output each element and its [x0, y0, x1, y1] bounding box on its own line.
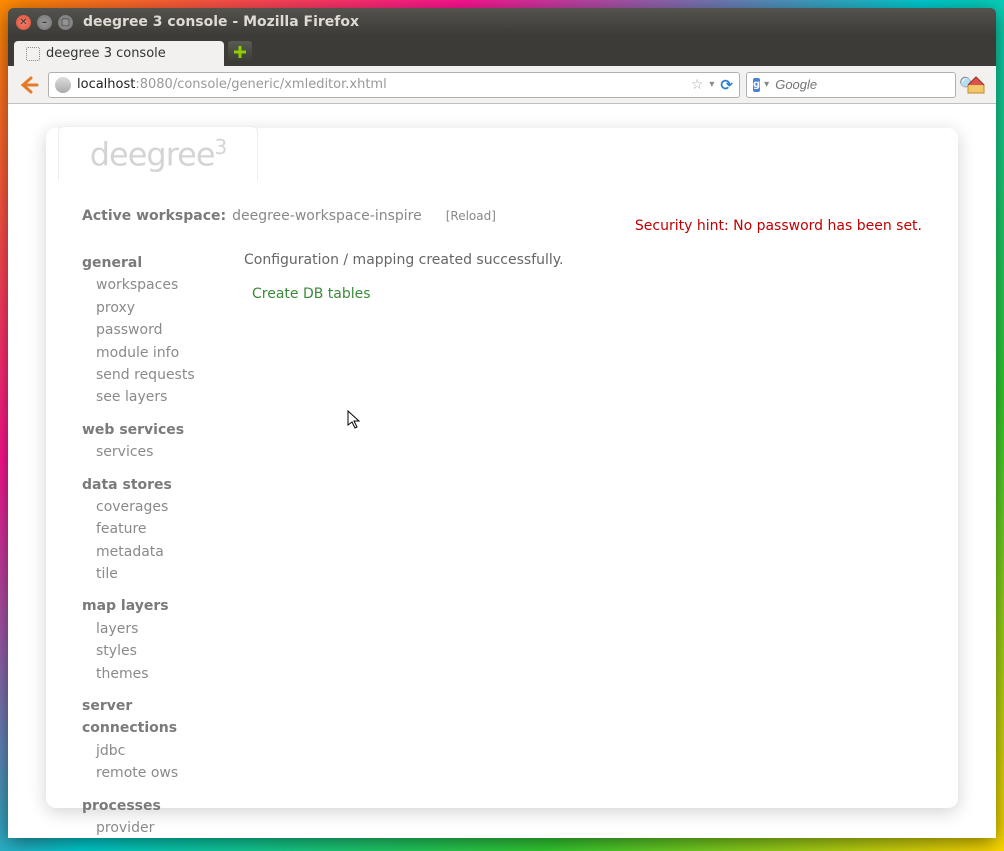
sidebar-item-layers[interactable]: layers [96, 618, 224, 640]
workspace-name: deegree-workspace-inspire [232, 208, 422, 224]
sidebar-group-processes: processes [82, 795, 224, 817]
home-button[interactable] [962, 71, 990, 99]
browser-viewport: deegree3 Active workspace: deegree-works… [8, 104, 996, 838]
sidebar-item-themes[interactable]: themes [96, 663, 224, 685]
workspace-label: Active workspace: [82, 208, 226, 224]
browser-tab[interactable]: deegree 3 console [14, 41, 224, 66]
sidebar-item-metadata[interactable]: metadata [96, 541, 224, 563]
window-titlebar: ✕ – ▢ deegree 3 console - Mozilla Firefo… [8, 8, 996, 36]
bookmark-star-icon[interactable]: ☆ [691, 77, 704, 93]
sidebar-group-server-connections: server connections [82, 695, 224, 740]
plus-icon [233, 45, 247, 59]
sidebar-item-feature[interactable]: feature [96, 518, 224, 540]
sidebar-group-map-layers: map layers [82, 595, 224, 617]
globe-icon [55, 77, 71, 93]
browser-navbar: localhost:8080/console/generic/xmleditor… [8, 66, 996, 104]
sidebar-item-send-requests[interactable]: send requests [96, 364, 224, 386]
sidebar-item-remote-ows[interactable]: remote ows [96, 762, 224, 784]
address-bar[interactable]: localhost:8080/console/generic/xmleditor… [48, 72, 740, 98]
new-tab-button[interactable] [228, 41, 252, 63]
cursor-icon [347, 410, 363, 434]
window-close-button[interactable]: ✕ [16, 15, 31, 30]
arrow-left-icon [17, 74, 39, 96]
tab-favicon [26, 47, 40, 61]
sidebar-item-jdbc[interactable]: jdbc [96, 740, 224, 762]
url-text: localhost:8080/console/generic/xmleditor… [77, 77, 685, 92]
sidebar-item-styles[interactable]: styles [96, 640, 224, 662]
url-dropdown-icon[interactable]: ▾ [709, 79, 714, 90]
sidebar-group-web-services: web services [82, 419, 224, 441]
reload-icon[interactable]: ⟳ [720, 76, 733, 94]
sidebar-item-services[interactable]: services [96, 441, 224, 463]
browser-tabstrip: deegree 3 console [8, 36, 996, 66]
create-db-tables-link[interactable]: Create DB tables [252, 286, 371, 302]
search-engine-icon: g [753, 78, 760, 92]
logo-tab: deegree3 [58, 126, 258, 181]
sidebar-group-data-stores: data stores [82, 474, 224, 496]
workspace-reload-link[interactable]: [Reload] [446, 209, 496, 223]
sidebar-item-provider[interactable]: provider [96, 817, 224, 838]
status-message: Configuration / mapping created successf… [244, 252, 922, 268]
tab-label: deegree 3 console [46, 46, 166, 61]
content-area: Active workspace: deegree-workspace-insp… [82, 208, 922, 788]
sidebar-item-coverages[interactable]: coverages [96, 496, 224, 518]
window-minimize-button[interactable]: – [37, 15, 52, 30]
logo-text: deegree3 [90, 135, 227, 174]
sidebar-item-tile[interactable]: tile [96, 563, 224, 585]
security-hint: Security hint: No password has been set. [635, 218, 922, 234]
home-icon [965, 74, 987, 96]
sidebar-item-password[interactable]: password [96, 319, 224, 341]
main-content: Configuration / mapping created successf… [244, 252, 922, 838]
console-panel: deegree3 Active workspace: deegree-works… [46, 128, 958, 808]
search-input[interactable] [773, 76, 955, 93]
sidebar-item-see-layers[interactable]: see layers [96, 386, 224, 408]
sidebar-item-proxy[interactable]: proxy [96, 297, 224, 319]
sidebar-group-general: general [82, 252, 224, 274]
search-bar[interactable]: g ▾ 🔍 [746, 72, 956, 98]
sidebar-item-workspaces[interactable]: workspaces [96, 274, 224, 296]
window-title: deegree 3 console - Mozilla Firefox [83, 14, 988, 30]
nav-back-button[interactable] [14, 71, 42, 99]
sidebar-item-module-info[interactable]: module info [96, 342, 224, 364]
search-engine-dropdown-icon[interactable]: ▾ [764, 79, 769, 90]
app-window: ✕ – ▢ deegree 3 console - Mozilla Firefo… [8, 8, 996, 838]
sidebar: generalworkspacesproxypasswordmodule inf… [82, 252, 224, 838]
window-maximize-button[interactable]: ▢ [58, 15, 73, 30]
